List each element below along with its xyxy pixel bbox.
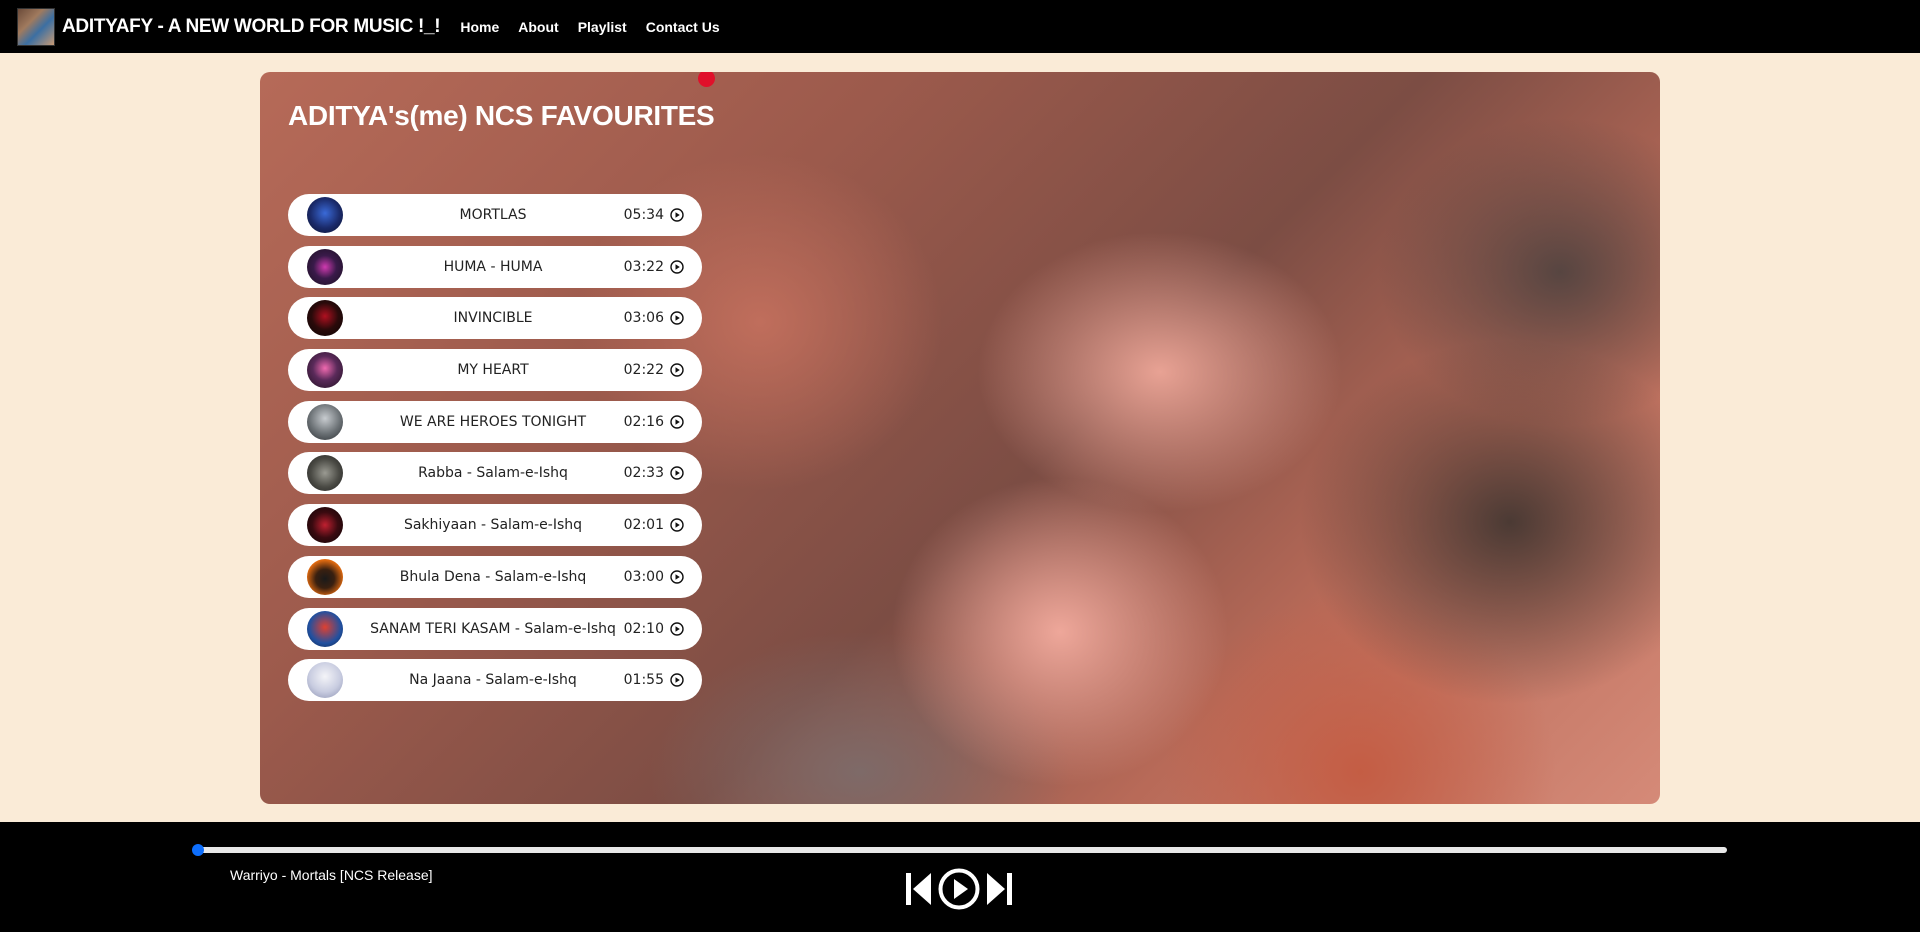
- play-circle-icon[interactable]: [670, 415, 684, 429]
- song-item[interactable]: WE ARE HEROES TONIGHT 02:16: [288, 400, 702, 443]
- song-name: HUMA - HUMA: [443, 258, 543, 275]
- song-item[interactable]: Sakhiyaan - Salam-e-Ishq 02:01: [288, 504, 702, 547]
- now-playing-title: Warriyo - Mortals [NCS Release]: [230, 867, 433, 883]
- song-item[interactable]: MORTLAS 05:34: [288, 194, 702, 236]
- song-item[interactable]: Na Jaana - Salam-e-Ishq 01:55: [288, 659, 702, 702]
- song-name: MORTLAS: [459, 207, 527, 223]
- playlist-title: ADITYA's(me) NCS FAVOURITES: [288, 100, 715, 131]
- play-circle-icon[interactable]: [670, 570, 684, 584]
- playback-controls: [904, 867, 1014, 911]
- song-name: WE ARE HEROES TONIGHT: [399, 413, 587, 430]
- song-name: Na Jaana - Salam-e-Ishq: [409, 672, 577, 689]
- song-duration: 01:55: [623, 672, 664, 689]
- brand-logo[interactable]: [17, 7, 55, 46]
- song-name: MY HEART: [457, 362, 529, 379]
- nav-link-about[interactable]: About: [518, 19, 558, 35]
- play-circle-icon[interactable]: [670, 208, 684, 222]
- song-duration: 03:06: [623, 310, 664, 327]
- song-cover-image: [307, 248, 343, 285]
- song-cover-image: [307, 662, 343, 699]
- song-item[interactable]: SANAM TERI KASAM - Salam-e-Ishq 02:10: [288, 607, 702, 650]
- play-circle-icon[interactable]: [670, 363, 684, 377]
- song-cover-image: [307, 455, 343, 492]
- song-cover-image: [307, 507, 343, 544]
- song-cover-image: [307, 610, 343, 647]
- song-list: MORTLAS 05:34 HUMA - HUMA 03:22 INVINCIB…: [288, 194, 702, 711]
- nav-link-playlist[interactable]: Playlist: [578, 19, 627, 35]
- skip-back-icon[interactable]: [904, 869, 934, 909]
- song-cover-image: [307, 300, 343, 337]
- play-circle-icon[interactable]: [670, 466, 684, 481]
- playlist-container: ADITYA's(me) NCS FAVOURITES MORTLAS 05:3…: [260, 72, 1660, 804]
- song-name: INVINCIBLE: [453, 310, 533, 327]
- skip-forward-icon[interactable]: [984, 869, 1014, 909]
- nav-link-home[interactable]: Home: [460, 19, 499, 35]
- song-duration: 02:16: [623, 413, 664, 430]
- song-duration: 02:10: [623, 620, 664, 637]
- song-name: Rabba - Salam-e-Ishq: [418, 465, 568, 482]
- nav-link-contact[interactable]: Contact Us: [646, 19, 720, 35]
- song-name: Bhula Dena - Salam-e-Ishq: [399, 568, 587, 585]
- song-duration: 02:01: [623, 517, 664, 534]
- notification-dot: [698, 72, 715, 87]
- song-cover-image: [307, 197, 343, 233]
- play-circle-icon[interactable]: [670, 259, 684, 274]
- song-duration: 05:34: [623, 207, 664, 223]
- navbar: ADITYAFY - A NEW WORLD FOR MUSIC !_! Hom…: [0, 0, 1920, 53]
- player-bar: Warriyo - Mortals [NCS Release]: [0, 822, 1920, 932]
- song-cover-image: [307, 403, 343, 440]
- play-circle-icon[interactable]: [670, 621, 684, 636]
- song-duration: 03:00: [623, 568, 664, 585]
- song-duration: 02:22: [623, 362, 664, 379]
- progress-thumb[interactable]: [192, 844, 204, 856]
- song-item[interactable]: INVINCIBLE 03:06: [288, 297, 702, 340]
- play-circle-icon[interactable]: [937, 867, 981, 911]
- song-cover-image: [307, 352, 343, 389]
- song-cover-image: [307, 558, 343, 595]
- song-name: SANAM TERI KASAM - Salam-e-Ishq: [370, 620, 616, 637]
- song-item[interactable]: Rabba - Salam-e-Ishq 02:33: [288, 452, 702, 495]
- play-circle-icon[interactable]: [670, 518, 684, 532]
- progress-bar[interactable]: [197, 847, 1727, 853]
- song-duration: 03:22: [623, 258, 664, 275]
- song-item[interactable]: HUMA - HUMA 03:22: [288, 245, 702, 288]
- play-circle-icon[interactable]: [670, 311, 684, 326]
- song-name: Sakhiyaan - Salam-e-Ishq: [403, 517, 583, 534]
- play-circle-icon[interactable]: [670, 673, 684, 687]
- song-item[interactable]: Bhula Dena - Salam-e-Ishq 03:00: [288, 555, 702, 598]
- song-item[interactable]: MY HEART 02:22: [288, 349, 702, 392]
- song-duration: 02:33: [623, 465, 664, 482]
- brand-title[interactable]: ADITYAFY - A NEW WORLD FOR MUSIC !_!: [62, 16, 441, 38]
